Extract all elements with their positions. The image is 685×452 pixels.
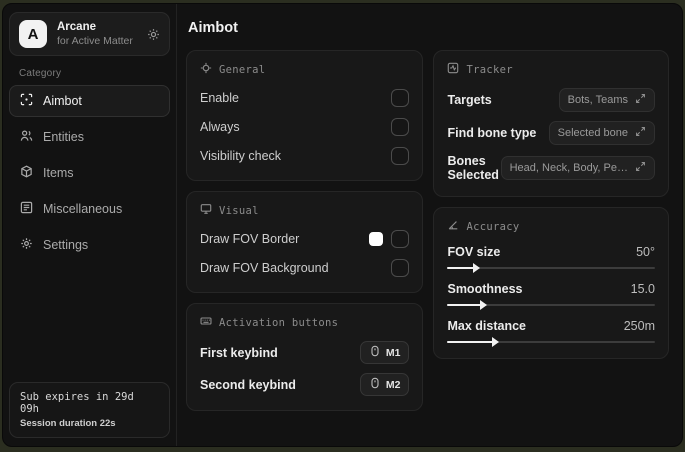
slider-value: 50° <box>636 245 655 259</box>
max-distance-slider[interactable] <box>447 337 655 347</box>
keybind-value: M2 <box>385 378 401 391</box>
slider-fill <box>447 300 487 310</box>
setting-label: Draw FOV Border <box>200 232 300 246</box>
app-window: A Arcane for Active Matter Category Aimb <box>2 3 683 447</box>
fov-border-color-swatch[interactable] <box>369 232 384 246</box>
brand-name: Arcane <box>57 21 96 34</box>
slider-value: 250m <box>623 319 655 333</box>
dropdown-value: Bots, Teams <box>567 94 628 106</box>
visibility-check-checkbox[interactable] <box>391 147 410 165</box>
sidebar-item-entities[interactable]: Entities <box>9 121 170 153</box>
setting-label: Enable <box>200 91 239 105</box>
find-bone-type-dropdown[interactable]: Selected bone <box>548 121 655 145</box>
bones-selected-dropdown[interactable]: Head, Neck, Body, Pe… <box>500 156 655 180</box>
setting-row: Always <box>200 117 410 137</box>
brand-card: A Arcane for Active Matter <box>9 12 170 56</box>
main-content: Aimbot General Enable Always Visibility … <box>177 4 682 446</box>
sidebar-item-label: Aimbot <box>43 94 82 108</box>
sidebar-item-items[interactable]: Items <box>9 157 170 189</box>
setting-row: Draw FOV Background <box>200 258 410 278</box>
subscription-card: Sub expires in 29d 09h Session duration … <box>9 382 170 438</box>
angle-icon <box>447 219 459 234</box>
tracker-card: Tracker Targets Bots, Teams Find bone ty… <box>433 50 669 197</box>
setting-label: Targets <box>447 93 492 107</box>
entities-icon <box>20 129 33 145</box>
sidebar-item-miscellaneous[interactable]: Miscellaneous <box>9 193 170 225</box>
slider-fill <box>447 337 499 347</box>
keybind-value: M1 <box>385 346 401 359</box>
setting-row: Draw FOV Border <box>200 229 410 249</box>
slider-value: 15.0 <box>630 282 655 296</box>
brand-logo: A <box>19 20 47 48</box>
sidebar: A Arcane for Active Matter Category Aimb <box>3 4 177 446</box>
setting-label: Second keybind <box>200 377 296 392</box>
mouse-icon <box>369 377 381 392</box>
crosshair-icon <box>20 93 33 109</box>
list-icon <box>20 201 33 217</box>
expand-icon <box>635 161 646 175</box>
sidebar-item-aimbot[interactable]: Aimbot <box>9 85 170 117</box>
setting-row: Second keybind M2 <box>200 373 410 396</box>
fov-size-slider[interactable] <box>447 263 655 273</box>
setting-row: Enable <box>200 88 410 108</box>
setting-label: Find bone type <box>447 126 537 140</box>
smoothness-slider[interactable] <box>447 300 655 310</box>
max-distance-slider-row: Max distance 250m <box>447 319 655 347</box>
page-title: Aimbot <box>188 20 238 36</box>
draw-fov-background-checkbox[interactable] <box>391 259 410 277</box>
session-duration-text: Session duration 22s <box>20 418 116 429</box>
dropdown-value: Head, Neck, Body, Pe… <box>509 162 628 174</box>
mouse-icon <box>369 345 381 360</box>
smoothness-slider-row: Smoothness 15.0 <box>447 282 655 310</box>
setting-label: FOV size <box>447 245 501 259</box>
setting-row: First keybind M1 <box>200 341 410 364</box>
general-card: General Enable Always Visibility check <box>186 50 424 181</box>
card-header-label: Activation buttons <box>219 316 339 329</box>
crosshair-icon <box>200 62 212 77</box>
activation-card: Activation buttons First keybind M1 Seco… <box>186 303 424 411</box>
category-label: Category <box>19 68 62 79</box>
sidebar-item-label: Entities <box>43 130 84 144</box>
expand-icon <box>635 126 646 140</box>
setting-label: Visibility check <box>200 149 282 163</box>
card-header-label: Visual <box>219 204 259 217</box>
keyboard-icon <box>200 315 212 330</box>
expand-icon <box>635 93 646 107</box>
setting-label: Always <box>200 120 240 134</box>
sidebar-item-label: Miscellaneous <box>43 202 123 216</box>
sidebar-item-label: Items <box>43 166 74 180</box>
slider-fill <box>447 263 481 273</box>
setting-label: Draw FOV Background <box>200 261 329 275</box>
always-checkbox[interactable] <box>391 118 410 136</box>
accuracy-card: Accuracy FOV size 50° Smoothness 15.0 Ma… <box>433 207 669 359</box>
visual-card: Visual Draw FOV Border Draw FOV Backgrou… <box>186 191 424 293</box>
setting-row: Bones Selected Head, Neck, Body, Pe… <box>447 154 655 182</box>
sidebar-item-label: Settings <box>43 238 89 252</box>
setting-label: Bones Selected <box>447 154 499 182</box>
setting-row: Targets Bots, Teams <box>447 88 655 112</box>
activity-icon <box>447 62 459 77</box>
setting-label: Smoothness <box>447 282 523 296</box>
cube-icon <box>20 165 33 181</box>
brand-subtitle: for Active Matter <box>57 34 133 47</box>
sidebar-item-settings[interactable]: Settings <box>9 229 170 261</box>
dropdown-value: Selected bone <box>557 127 628 139</box>
sub-expiry-text: Sub expires in 29d 09h <box>20 391 134 415</box>
card-header-label: Tracker <box>466 63 513 76</box>
draw-fov-border-checkbox[interactable] <box>391 230 410 248</box>
setting-row: Find bone type Selected bone <box>447 121 655 145</box>
monitor-icon <box>200 203 212 218</box>
setting-row: Visibility check <box>200 146 410 166</box>
setting-label: First keybind <box>200 345 278 360</box>
second-keybind-badge[interactable]: M2 <box>359 373 410 396</box>
targets-dropdown[interactable]: Bots, Teams <box>558 88 655 112</box>
card-header-label: General <box>219 63 266 76</box>
enable-checkbox[interactable] <box>391 89 410 107</box>
fov-size-slider-row: FOV size 50° <box>447 245 655 273</box>
card-header-label: Accuracy <box>466 220 520 233</box>
gear-icon[interactable] <box>147 28 160 41</box>
setting-label: Max distance <box>447 319 526 333</box>
gear-icon <box>20 237 33 253</box>
first-keybind-badge[interactable]: M1 <box>359 341 410 364</box>
